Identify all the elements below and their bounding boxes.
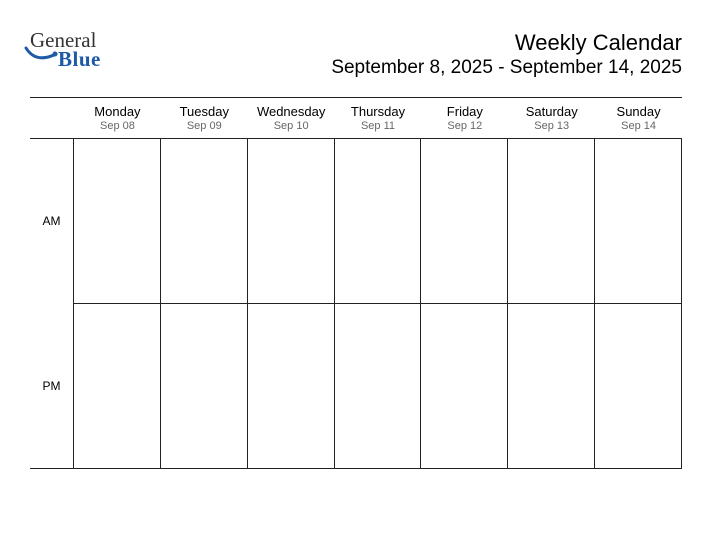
calendar-cell[interactable] xyxy=(161,304,247,469)
day-header: Monday Sep 08 xyxy=(74,98,161,138)
page-title: Weekly Calendar xyxy=(331,30,682,56)
day-column xyxy=(248,139,335,469)
day-column xyxy=(74,139,161,469)
day-date: Sep 10 xyxy=(248,120,335,132)
calendar-cell[interactable] xyxy=(421,304,507,469)
day-header: Sunday Sep 14 xyxy=(595,98,682,138)
day-column xyxy=(508,139,595,469)
calendar-cell[interactable] xyxy=(595,304,681,469)
calendar-cell[interactable] xyxy=(161,139,247,304)
day-name: Monday xyxy=(74,104,161,119)
calendar-body: AM PM xyxy=(30,139,682,469)
logo-text-top: General xyxy=(30,30,96,51)
day-header: Wednesday Sep 10 xyxy=(248,98,335,138)
day-date: Sep 14 xyxy=(595,120,682,132)
calendar-cell[interactable] xyxy=(248,139,334,304)
day-date: Sep 13 xyxy=(508,120,595,132)
day-name: Saturday xyxy=(508,104,595,119)
calendar-cell[interactable] xyxy=(248,304,334,469)
brand-logo: General Blue xyxy=(30,30,101,70)
calendar-grid xyxy=(74,139,682,469)
calendar-header-row: Monday Sep 08 Tuesday Sep 09 Wednesday S… xyxy=(30,97,682,139)
day-name: Wednesday xyxy=(248,104,335,119)
day-name: Tuesday xyxy=(161,104,248,119)
day-date: Sep 09 xyxy=(161,120,248,132)
day-header: Friday Sep 12 xyxy=(421,98,508,138)
day-date: Sep 12 xyxy=(421,120,508,132)
calendar-cell[interactable] xyxy=(508,304,594,469)
day-date: Sep 11 xyxy=(335,120,422,132)
day-column xyxy=(421,139,508,469)
time-label-pm: PM xyxy=(30,304,74,469)
time-column-header xyxy=(30,98,74,138)
calendar-cell[interactable] xyxy=(421,139,507,304)
day-header: Tuesday Sep 09 xyxy=(161,98,248,138)
calendar-cell[interactable] xyxy=(335,139,421,304)
day-name: Sunday xyxy=(595,104,682,119)
day-column xyxy=(335,139,422,469)
day-header: Saturday Sep 13 xyxy=(508,98,595,138)
day-column xyxy=(595,139,682,469)
calendar-cell[interactable] xyxy=(74,139,160,304)
calendar: Monday Sep 08 Tuesday Sep 09 Wednesday S… xyxy=(30,97,682,469)
header: General Blue Weekly Calendar September 8… xyxy=(30,30,682,79)
weekly-calendar-page: General Blue Weekly Calendar September 8… xyxy=(0,0,712,489)
title-block: Weekly Calendar September 8, 2025 - Sept… xyxy=(331,30,682,79)
day-column xyxy=(161,139,248,469)
day-header: Thursday Sep 11 xyxy=(335,98,422,138)
calendar-cell[interactable] xyxy=(508,139,594,304)
time-label-am: AM xyxy=(30,139,74,304)
calendar-cell[interactable] xyxy=(74,304,160,469)
time-column: AM PM xyxy=(30,139,74,469)
date-range: September 8, 2025 - September 14, 2025 xyxy=(331,57,682,79)
day-date: Sep 08 xyxy=(74,120,161,132)
calendar-cell[interactable] xyxy=(595,139,681,304)
calendar-cell[interactable] xyxy=(335,304,421,469)
day-name: Friday xyxy=(421,104,508,119)
logo-text-bottom: Blue xyxy=(58,49,101,70)
day-name: Thursday xyxy=(335,104,422,119)
